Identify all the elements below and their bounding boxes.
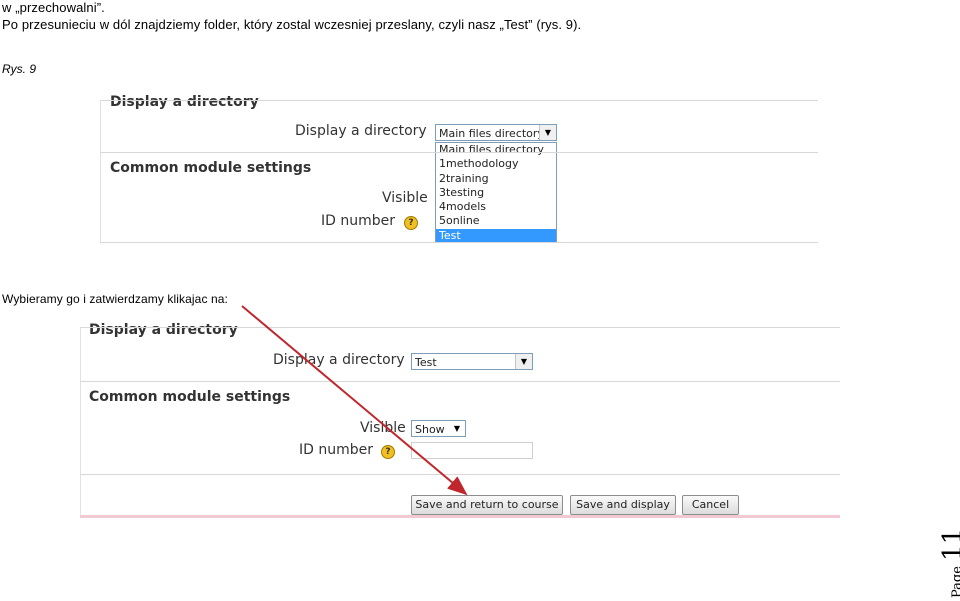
section-title-common-settings: Common module settings: [89, 389, 291, 405]
id-number-input[interactable]: [411, 442, 533, 459]
id-number-label: ID number: [299, 442, 373, 458]
directory-select[interactable]: Test ▼: [411, 353, 533, 370]
display-directory-label: Display a directory: [273, 352, 405, 368]
help-icon[interactable]: ?: [381, 445, 395, 459]
chevron-down-icon[interactable]: ▼: [515, 354, 532, 369]
cancel-button[interactable]: Cancel: [682, 495, 739, 515]
divider: [80, 327, 840, 328]
directory-select-value: Test: [415, 356, 437, 369]
visible-select[interactable]: Show ▼: [411, 420, 466, 437]
chevron-down-icon[interactable]: ▼: [449, 421, 465, 436]
frame-line: [80, 327, 81, 517]
visible-select-value: Show: [415, 423, 445, 436]
page-label: Page: [950, 566, 960, 598]
divider: [80, 381, 840, 382]
visible-label: Visible: [360, 420, 406, 436]
section-title-display-directory: Display a directory: [89, 322, 238, 338]
divider: [80, 474, 840, 475]
accent-line: [80, 515, 840, 518]
save-and-display-button[interactable]: Save and display: [570, 495, 676, 515]
page-footer: Page 11: [938, 528, 960, 598]
save-and-return-button[interactable]: Save and return to course: [411, 495, 563, 515]
screenshot-2: Display a directory Display a directory …: [0, 0, 960, 601]
page-number: 11: [938, 527, 960, 561]
